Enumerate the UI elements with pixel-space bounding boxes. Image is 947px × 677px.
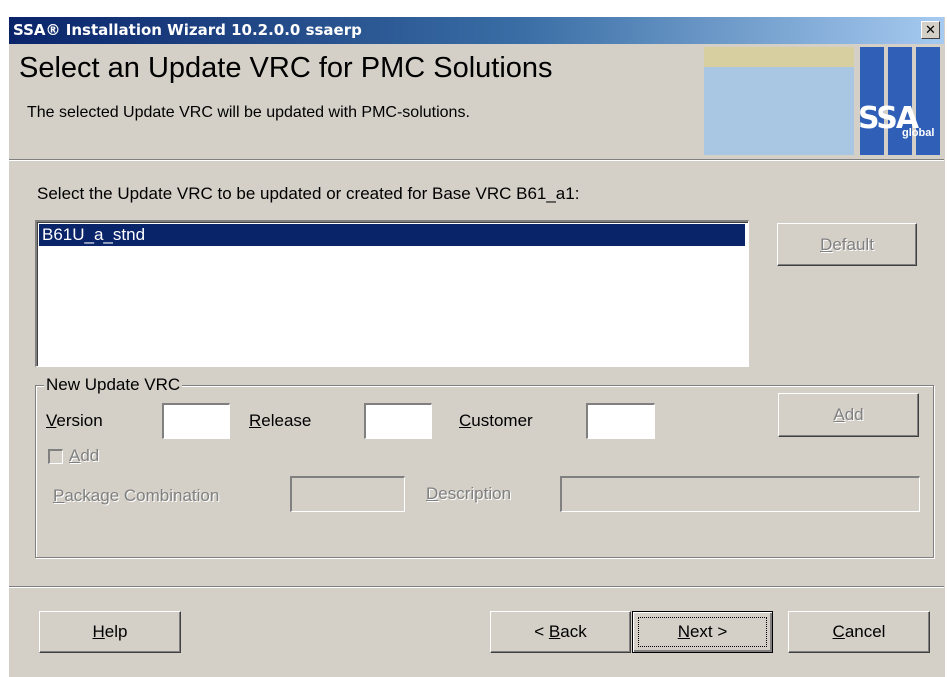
footer-separator xyxy=(9,586,944,588)
instruction-label: Select the Update VRC to be updated or c… xyxy=(37,184,580,203)
mnemonic: A xyxy=(69,446,81,465)
window-title: SSA® Installation Wizard 10.2.0.0 ssaerp xyxy=(13,21,362,39)
package-combination-field[interactable] xyxy=(290,476,405,512)
update-vrc-list[interactable]: B61U_a_stnd xyxy=(35,220,749,367)
label-rest: dd xyxy=(844,405,864,424)
label-rest: dd xyxy=(80,446,100,465)
back-button-label: < Back xyxy=(491,612,630,652)
add-button-label: Add xyxy=(779,394,918,436)
mnemonic: D xyxy=(426,484,439,503)
cancel-button-label: Cancel xyxy=(789,612,929,652)
mnemonic: D xyxy=(820,235,833,254)
default-button[interactable]: Default xyxy=(777,223,917,266)
logo-sub-lettering: global xyxy=(902,127,935,139)
header-banner: Select an Update VRC for PMC Solutions T… xyxy=(9,44,944,158)
add-button[interactable]: Add xyxy=(778,393,919,437)
description-label: Description xyxy=(426,484,511,504)
help-button-label: Help xyxy=(40,612,180,652)
add-checkbox-label: Add xyxy=(69,446,99,466)
mnemonic: B xyxy=(548,622,561,641)
label-rest: elease xyxy=(261,411,312,430)
mnemonic: C xyxy=(832,622,845,641)
back-button[interactable]: < Back xyxy=(490,611,631,653)
logo-strip xyxy=(704,47,854,67)
label-rest: ackage Combination xyxy=(64,486,220,505)
list-item-selected[interactable]: B61U_a_stnd xyxy=(39,224,745,246)
label-rest: elp xyxy=(104,622,128,641)
logo-background xyxy=(704,67,854,155)
wizard-window: SSA® Installation Wizard 10.2.0.0 ssaerp… xyxy=(8,16,945,677)
cancel-button[interactable]: Cancel xyxy=(788,611,930,653)
description-field[interactable] xyxy=(560,476,920,512)
title-bar[interactable]: SSA® Installation Wizard 10.2.0.0 ssaerp… xyxy=(9,17,944,44)
customer-field[interactable] xyxy=(586,403,655,439)
label-prefix: < xyxy=(534,622,549,641)
focus-rectangle xyxy=(638,617,767,647)
label-rest: ustomer xyxy=(471,411,533,430)
label-rest: escription xyxy=(438,484,512,503)
label-rest: ack xyxy=(560,622,587,641)
label-rest: ersion xyxy=(56,411,103,430)
mnemonic: H xyxy=(92,622,105,641)
version-label: Version xyxy=(46,411,103,431)
mnemonic: P xyxy=(53,486,65,505)
new-update-vrc-group: New Update VRC Version Release Customer … xyxy=(35,375,934,558)
mnemonic: R xyxy=(249,411,262,430)
mnemonic: V xyxy=(46,411,57,430)
label-rest: ancel xyxy=(844,622,886,641)
mnemonic: A xyxy=(833,405,845,424)
package-combination-label: Package Combination xyxy=(53,486,219,506)
group-legend: New Update VRC xyxy=(44,375,183,395)
customer-label: Customer xyxy=(459,411,533,431)
close-button[interactable]: ✕ xyxy=(921,21,940,39)
label-rest: efault xyxy=(832,235,874,254)
next-button[interactable]: Next > xyxy=(632,611,773,653)
default-button-label: Default xyxy=(778,224,916,265)
release-label: Release xyxy=(249,411,311,431)
close-icon: ✕ xyxy=(925,23,936,38)
mnemonic: C xyxy=(459,411,472,430)
page-subtitle: The selected Update VRC will be updated … xyxy=(27,104,470,121)
ssa-global-logo: SSA global xyxy=(704,47,944,155)
release-field[interactable] xyxy=(364,403,432,439)
version-field[interactable] xyxy=(162,403,230,439)
header-separator xyxy=(9,159,944,161)
help-button[interactable]: Help xyxy=(39,611,181,653)
page-title: Select an Update VRC for PMC Solutions xyxy=(19,52,553,84)
add-checkbox[interactable] xyxy=(48,449,63,464)
